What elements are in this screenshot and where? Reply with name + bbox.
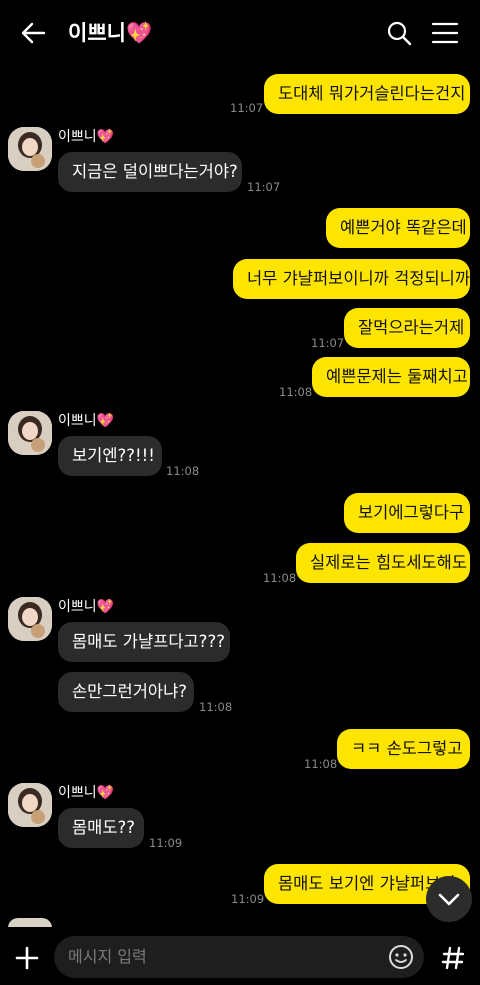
my-message-bubble[interactable]: 너무 갸냘퍼보이니까 걱정되니까: [233, 259, 470, 299]
sparkling-heart-emoji: 💖: [96, 785, 115, 801]
their-message-bubble[interactable]: 지금은 덜이쁘다는거야?: [58, 152, 242, 192]
emoticon-icon[interactable]: [388, 944, 414, 970]
hashtag-icon[interactable]: [436, 941, 470, 975]
contact-avatar[interactable]: [8, 411, 52, 455]
message-time: 11:08: [166, 464, 200, 478]
chevron-down-icon: [438, 893, 460, 906]
contact-name: 이쁘니💖: [58, 129, 115, 145]
my-message-bubble[interactable]: 실제로는 힘도세도해도: [296, 543, 470, 583]
plus-icon[interactable]: [10, 941, 44, 975]
chat-header: 이쁘니💖: [0, 0, 480, 66]
my-message-bubble[interactable]: ㅋㅋ 손도그렇고: [337, 729, 470, 769]
message-time: 11:07: [247, 180, 281, 194]
contact-avatar[interactable]: [8, 597, 52, 641]
their-message-bubble[interactable]: 손만그런거아냐?: [58, 672, 194, 712]
menu-icon[interactable]: [430, 18, 460, 48]
their-message-bubble[interactable]: 보기엔??!!!: [58, 436, 162, 476]
my-message-bubble[interactable]: 예쁜문제는 둘째치고: [312, 357, 470, 397]
contact-name: 이쁘니💖: [58, 599, 115, 615]
sparkling-heart-emoji: 💖: [96, 129, 115, 145]
my-message-bubble[interactable]: 도대체 뭐가거슬린다는건지: [264, 74, 470, 114]
message-time: 11:08: [279, 385, 313, 399]
chat-title-text: 이쁘니: [68, 21, 126, 45]
message-time: 11:08: [304, 757, 338, 771]
scroll-to-bottom-button[interactable]: [426, 876, 472, 922]
their-message-bubble[interactable]: 몸매도??: [58, 808, 144, 848]
chat-title: 이쁘니💖: [68, 18, 152, 48]
message-input-placeholder: 메시지 입력: [68, 947, 147, 966]
contact-avatar[interactable]: [8, 783, 52, 827]
message-time: 11:09: [149, 836, 183, 850]
my-message-bubble[interactable]: 보기에그렇다구: [344, 493, 470, 533]
message-time: 11:09: [231, 892, 265, 906]
contact-name: 이쁘니💖: [58, 413, 115, 429]
message-composer: 메시지 입력: [0, 927, 480, 985]
message-time: 11:08: [199, 700, 233, 714]
message-time: 11:08: [263, 571, 297, 585]
message-time: 11:07: [311, 336, 345, 350]
search-icon[interactable]: [384, 18, 414, 48]
message-time: 11:07: [230, 101, 264, 115]
their-message-bubble[interactable]: 몸매도 가냘프다고???: [58, 622, 230, 662]
my-message-bubble[interactable]: 잘먹으라는거제: [344, 308, 470, 348]
sparkling-heart-emoji: 💖: [96, 599, 115, 615]
contact-name: 이쁘니💖: [58, 785, 115, 801]
sparkling-heart-emoji: 💖: [96, 413, 115, 429]
message-input[interactable]: 메시지 입력: [54, 936, 424, 978]
sparkling-heart-emoji: 💖: [125, 21, 153, 45]
my-message-bubble[interactable]: 예쁜거야 똑같은데: [326, 208, 470, 248]
back-arrow-icon[interactable]: [18, 18, 48, 48]
contact-avatar[interactable]: [8, 127, 52, 171]
